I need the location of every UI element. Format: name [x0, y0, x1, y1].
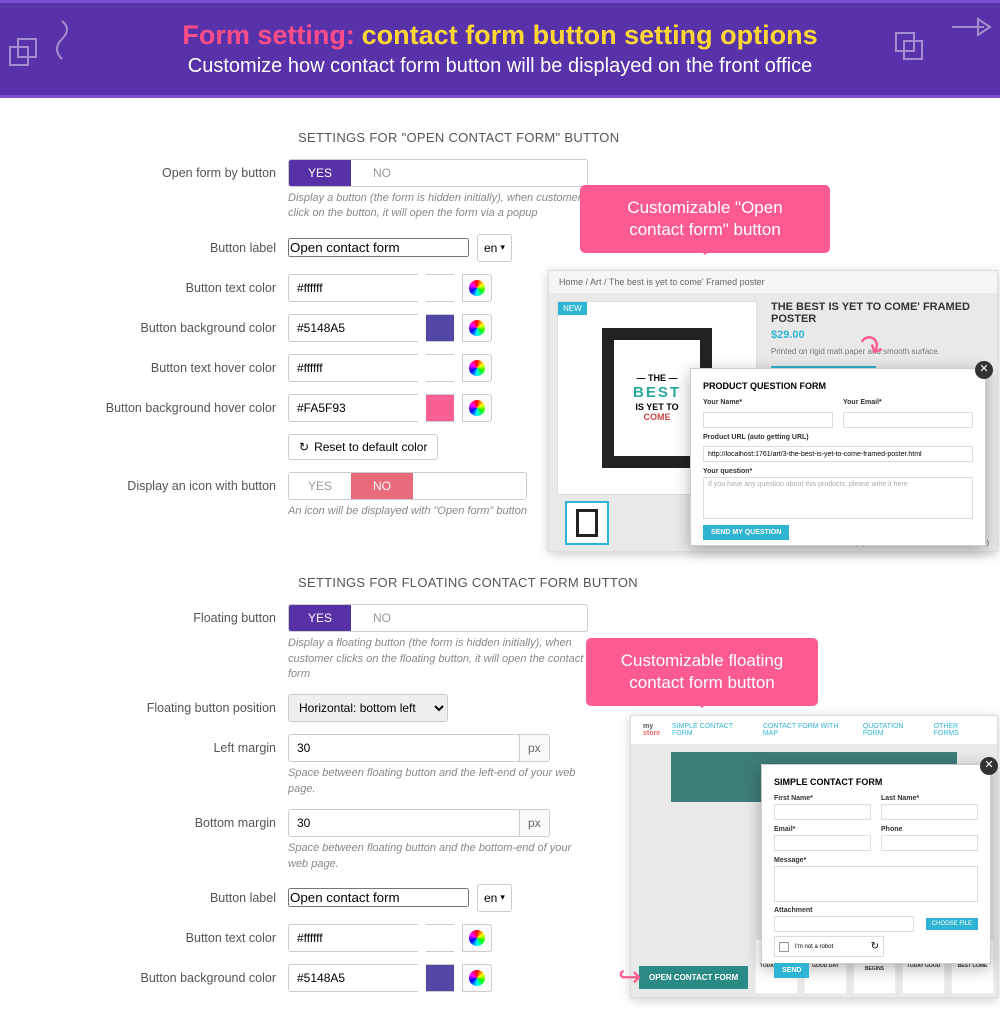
lang-selector[interactable]: en: [477, 884, 512, 912]
banner-subtitle: Customize how contact form button will b…: [188, 55, 812, 78]
color-swatch: [426, 924, 454, 952]
color-picker-icon[interactable]: [462, 924, 492, 952]
text-color-input[interactable]: [288, 274, 418, 302]
section-title: SETTINGS FOR "OPEN CONTACT FORM" BUTTON: [298, 130, 970, 145]
reset-color-button[interactable]: ↻Reset to default color: [288, 434, 438, 460]
color-picker-icon[interactable]: [462, 394, 492, 422]
float-bg-color-input[interactable]: [288, 964, 418, 992]
send-question-button[interactable]: SEND MY QUESTION: [703, 525, 789, 540]
thumbnail[interactable]: [565, 501, 609, 545]
color-picker-icon[interactable]: [462, 964, 492, 992]
color-picker-icon[interactable]: [462, 314, 492, 342]
banner-title: Form setting: contact form button settin…: [182, 20, 817, 51]
color-swatch: [426, 354, 454, 382]
float-label-input[interactable]: [288, 888, 469, 907]
float-text-color-input[interactable]: [288, 924, 418, 952]
close-icon[interactable]: ✕: [975, 361, 993, 379]
color-swatch: [426, 274, 454, 302]
color-swatch: [426, 394, 454, 422]
label: Open form by button: [30, 159, 288, 187]
text-hover-color-input[interactable]: [288, 354, 418, 382]
banner: Form setting: contact form button settin…: [0, 0, 1000, 98]
email-input[interactable]: [843, 412, 973, 428]
callout-floating-button: Customizable floating contact form butto…: [586, 638, 818, 706]
close-icon[interactable]: ✕: [980, 757, 998, 775]
choose-file-button[interactable]: CHOOSE FILE: [926, 918, 978, 930]
bg-color-input[interactable]: [288, 314, 418, 342]
question-textarea[interactable]: If you have any question about this prod…: [703, 477, 973, 519]
send-button[interactable]: SEND: [774, 963, 809, 978]
recaptcha[interactable]: I'm not a robot↻: [774, 936, 884, 957]
url-input[interactable]: [703, 446, 973, 462]
name-input[interactable]: [703, 412, 833, 428]
store-logo: my store: [643, 723, 672, 737]
simple-contact-popup: ✕ SIMPLE CONTACT FORM First Name* Last N…: [761, 764, 991, 964]
callout-open-button: Customizable "Open contact form" button: [580, 185, 830, 253]
left-margin-input[interactable]: [288, 734, 520, 762]
lang-selector[interactable]: en: [477, 234, 512, 262]
position-select[interactable]: Horizontal: bottom left: [288, 694, 448, 722]
color-swatch: [426, 964, 454, 992]
color-swatch: [426, 314, 454, 342]
bottom-margin-input[interactable]: [288, 809, 520, 837]
bg-hover-color-input[interactable]: [288, 394, 418, 422]
arrow-icon: ↪: [618, 960, 641, 993]
open-contact-button[interactable]: OPEN CONTACT FORM: [639, 966, 748, 989]
open-form-toggle[interactable]: YESNO: [288, 159, 588, 187]
color-picker-icon[interactable]: [462, 354, 492, 382]
refresh-icon: ↻: [299, 440, 309, 454]
section-title: SETTINGS FOR FLOATING CONTACT FORM BUTTO…: [298, 575, 970, 590]
floating-toggle[interactable]: YESNO: [288, 604, 588, 632]
display-icon-toggle[interactable]: YESNO: [288, 472, 527, 500]
preview-floating: my store SIMPLE CONTACT FORMCONTACT FORM…: [630, 715, 998, 998]
product-question-popup: ✕ PRODUCT QUESTION FORM Your Name* Your …: [690, 368, 986, 546]
color-picker-icon[interactable]: [462, 274, 492, 302]
button-label-input[interactable]: [288, 238, 469, 257]
preview-nav: SIMPLE CONTACT FORMCONTACT FORM WITH MAP…: [672, 723, 985, 737]
